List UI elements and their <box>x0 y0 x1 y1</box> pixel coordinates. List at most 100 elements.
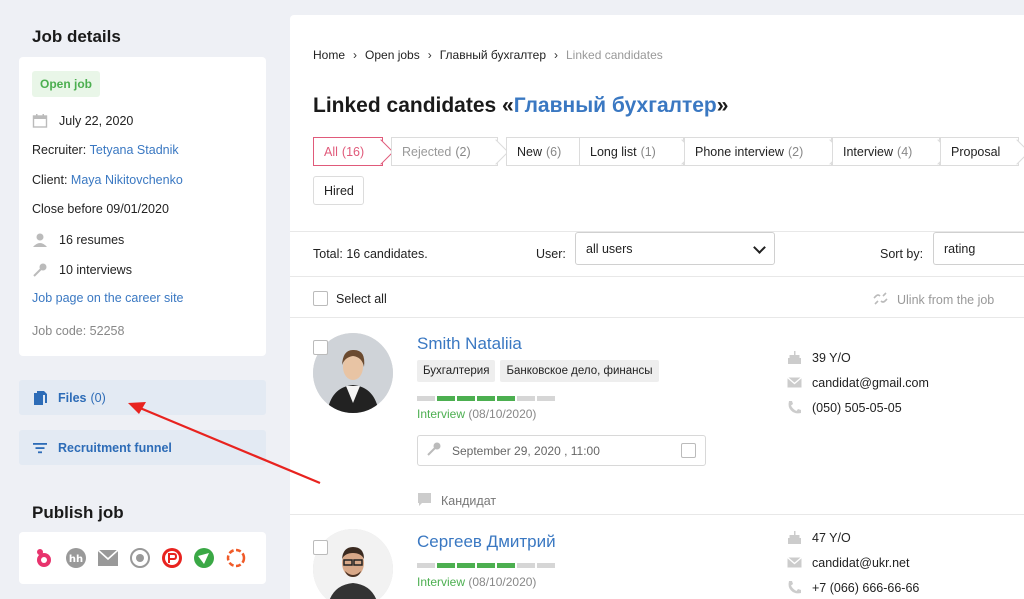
event-done-checkbox[interactable] <box>681 443 696 458</box>
page-title-prefix: Linked candidates « <box>313 94 514 117</box>
user-select-value: all users <box>586 241 633 256</box>
scheduled-event[interactable]: September 29, 2020 , 11:00 <box>417 435 706 466</box>
resumes-row: 16 resumes <box>32 232 124 248</box>
filter-phone-interview[interactable]: Phone interview (2) <box>684 137 832 166</box>
progress-segment <box>497 396 515 401</box>
candidate-email[interactable]: candidat@ukr.net <box>787 555 909 570</box>
breadcrumb-job[interactable]: Главный бухгалтер <box>440 48 546 62</box>
rabota-logo-icon[interactable] <box>32 547 55 570</box>
filter-rejected[interactable]: Rejected (2) <box>391 137 498 166</box>
progress-segment <box>537 563 555 568</box>
mail-icon <box>787 555 802 570</box>
candidate-phone[interactable]: (050) 505-05-05 <box>787 400 902 415</box>
event-datetime: September 29, 2020 , 11:00 <box>452 443 600 458</box>
job-date: July 22, 2020 <box>59 114 134 128</box>
chevron-right-icon: › <box>353 48 358 62</box>
target-logo-icon[interactable] <box>128 547 151 570</box>
select-all-checkbox[interactable] <box>313 291 328 306</box>
sort-select[interactable]: rating <box>933 232 1024 265</box>
chevron-down-icon <box>753 241 766 254</box>
user-label: User: <box>536 247 566 261</box>
files-button[interactable]: Files (0) <box>19 380 266 415</box>
person-icon <box>32 232 48 248</box>
svg-text:hh: hh <box>68 554 82 565</box>
unlink-label: Ulink from the job <box>897 293 995 307</box>
robota-logo-icon[interactable] <box>160 547 183 570</box>
career-site-link[interactable]: Job page on the career site <box>32 291 184 305</box>
select-all-label: Select all <box>336 291 387 306</box>
comment-text: Кандидат <box>441 494 497 508</box>
candidate-name[interactable]: Smith Nataliia <box>417 334 522 354</box>
progress-segment <box>497 563 515 568</box>
mail-icon <box>787 375 802 390</box>
user-select[interactable]: all users <box>575 232 775 265</box>
page-title: Linked candidates «Главный бухгалтер» <box>313 94 728 118</box>
close-before: Close before 09/01/2020 <box>32 202 169 216</box>
filter-new[interactable]: New (6) <box>506 137 583 166</box>
candidate-comment[interactable]: Кандидат <box>417 492 496 510</box>
chevron-right-icon: › <box>427 48 432 62</box>
candidate-card: Smith Nataliia Бухгалтерия Банковское де… <box>290 319 1024 514</box>
breadcrumb-open-jobs[interactable]: Open jobs <box>365 48 420 62</box>
filter-hired[interactable]: Hired <box>313 176 364 205</box>
microphone-icon <box>426 441 442 460</box>
filter-interview[interactable]: Interview (4) <box>832 137 940 166</box>
sort-select-value: rating <box>944 241 976 256</box>
job-details-card: Open job July 22, 2020 Recruiter: Tetyan… <box>19 57 266 356</box>
date-row: July 22, 2020 <box>32 113 133 129</box>
list-toolbar: Total: 16 candidates. User: all users So… <box>290 231 1024 277</box>
filter-proposal[interactable]: Proposal <box>940 137 1019 166</box>
client-label: Client: <box>32 173 68 187</box>
select-all[interactable]: Select all <box>313 291 387 306</box>
client-row: Client: Maya Nikitovchenko <box>32 173 183 187</box>
unlink-icon <box>872 290 889 310</box>
cake-icon <box>787 530 802 545</box>
chevron-right-icon: › <box>554 48 558 62</box>
phone-icon <box>787 400 802 415</box>
microphone-icon <box>32 262 48 278</box>
candidate-age: 47 Y/O <box>787 530 851 545</box>
page-title-job-link[interactable]: Главный бухгалтер <box>514 94 717 117</box>
page-title-suffix: » <box>716 94 729 117</box>
progress-segment <box>517 563 535 568</box>
phone-icon <box>787 580 802 595</box>
filter-all[interactable]: All (16) <box>313 137 383 166</box>
publish-card: hh <box>19 532 266 584</box>
candidate-card: Сергеев Дмитрий Interview (08/10/2020) 4… <box>290 514 1024 599</box>
tag: Банковское дело, финансы <box>500 360 659 382</box>
candidate-phone[interactable]: +7 (066) 666-66-66 <box>787 580 919 595</box>
funnel-label: Recruitment funnel <box>58 440 172 455</box>
calendar-icon <box>32 113 48 129</box>
client-link[interactable]: Maya Nikitovchenko <box>71 173 183 187</box>
candidate-name[interactable]: Сергеев Дмитрий <box>417 532 556 552</box>
progress-segment <box>537 396 555 401</box>
tag: Бухгалтерия <box>417 360 496 382</box>
recruitment-funnel-button[interactable]: Recruitment funnel <box>19 430 266 465</box>
progress-segment <box>437 396 455 401</box>
status-badge: Open job <box>32 71 100 97</box>
interviews-row: 10 interviews <box>32 262 132 278</box>
recruiter-link[interactable]: Tetyana Stadnik <box>90 143 179 157</box>
sort-label: Sort by: <box>880 247 924 261</box>
progress-segment <box>417 563 435 568</box>
job-code: Job code: 52258 <box>32 324 125 338</box>
progress-segment <box>477 563 495 568</box>
candidate-email[interactable]: candidat@gmail.com <box>787 375 929 390</box>
recruiter-row: Recruiter: Tetyana Stadnik <box>32 143 179 157</box>
main-panel: Home › Open jobs › Главный бухгалтер › L… <box>290 15 1024 599</box>
stage-status: Interview (08/10/2020) <box>417 407 537 421</box>
breadcrumb-current: Linked candidates <box>566 48 663 62</box>
files-label: Files <box>58 390 87 405</box>
candidate-checkbox[interactable] <box>313 340 328 355</box>
unlink-button[interactable]: Ulink from the job <box>872 290 994 310</box>
candidate-checkbox[interactable] <box>313 540 328 555</box>
breadcrumb-home[interactable]: Home <box>313 48 345 62</box>
hh-logo-icon[interactable]: hh <box>64 547 87 570</box>
filter-long-list[interactable]: Long list (1) <box>579 137 684 166</box>
email-publish-icon[interactable] <box>96 547 119 570</box>
interviews-count: 10 interviews <box>59 263 132 277</box>
jooble-logo-icon[interactable] <box>192 547 215 570</box>
loading-logo-icon[interactable] <box>224 547 247 570</box>
progress-segment <box>477 396 495 401</box>
selection-row: Select all Ulink from the job <box>290 278 1024 318</box>
